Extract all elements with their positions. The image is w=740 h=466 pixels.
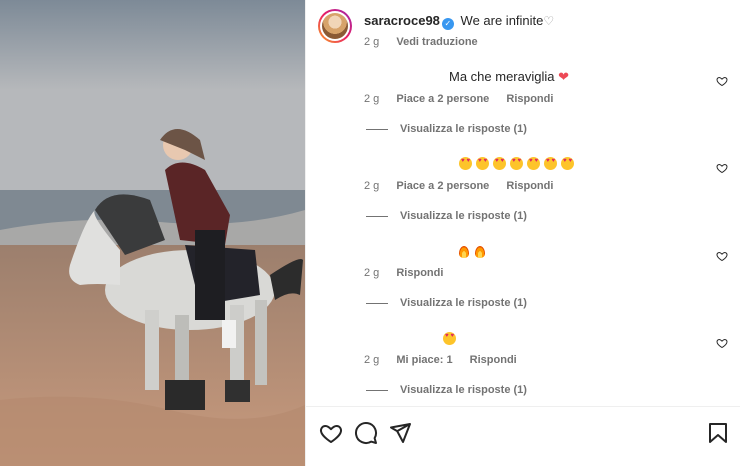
comment-meta: 2 g Piace a 2 persone Rispondi (364, 180, 567, 192)
comment-emojis (459, 244, 491, 259)
fire-emoji-icon (475, 246, 485, 258)
view-replies-button[interactable]: Visualizza le risposte (1) (366, 123, 527, 135)
comment-likes[interactable]: Piace a 2 persone (396, 180, 489, 192)
heart-eyes-emoji-icon (527, 157, 540, 170)
post-caption: saracroce98 ✓ We are infinite♡ 2 g Vedi t… (318, 9, 730, 59)
heart-outline-icon[interactable] (319, 421, 343, 445)
caption-meta: 2 g Vedi traduzione (364, 36, 478, 48)
comment-text: Ma che meraviglia ❤ (449, 69, 570, 84)
comment-meta: 2 g Piace a 2 persone Rispondi (364, 93, 567, 105)
replies-divider (366, 389, 388, 391)
comment-time: 2 g (364, 180, 380, 192)
comment-item: 2 g Piace a 2 persone Rispondi Visualizz… (318, 151, 730, 237)
heart-eyes-emoji-icon (561, 157, 574, 170)
view-replies-button[interactable]: Visualizza le risposte (1) (366, 210, 527, 222)
username[interactable]: saracroce98 (364, 13, 440, 28)
comment-item: 2 g Mi piace: 1 Rispondi Visualizza le r… (318, 325, 730, 411)
replies-divider (366, 302, 388, 304)
comment-likes[interactable]: Piace a 2 persone (396, 93, 489, 105)
post-media[interactable] (0, 0, 305, 466)
heart-eyes-emoji-icon (493, 157, 506, 170)
red-heart-emoji-icon: ❤ (558, 69, 570, 84)
comment-bubble-icon[interactable] (354, 421, 378, 445)
reply-button[interactable]: Rispondi (506, 180, 553, 192)
comment-like-heart-icon[interactable] (716, 75, 728, 87)
comments-panel: saracroce98 ✓ We are infinite♡ 2 g Vedi t… (305, 0, 740, 466)
heart-eyes-emoji-icon (443, 332, 456, 345)
comment-time: 2 g (364, 93, 380, 105)
translate-link[interactable]: Vedi traduzione (396, 36, 477, 48)
replies-divider (366, 215, 388, 217)
comment-likes[interactable]: Mi piace: 1 (396, 354, 452, 366)
bookmark-icon[interactable] (706, 421, 730, 445)
post-action-bar (306, 406, 740, 466)
view-replies-button[interactable]: Visualizza le risposte (1) (366, 384, 527, 396)
media-frame-image (0, 0, 305, 466)
comment-meta: 2 g Mi piace: 1 Rispondi (364, 354, 531, 366)
comment-item: Ma che meraviglia ❤ 2 g Piace a 2 person… (318, 64, 730, 150)
verified-badge-icon: ✓ (441, 18, 454, 30)
heart-eyes-emoji-icon (459, 157, 472, 170)
heart-eyes-emoji-icon (476, 157, 489, 170)
heart-eyes-emoji-icon (510, 157, 523, 170)
view-replies-button[interactable]: Visualizza le risposte (1) (366, 297, 527, 309)
replies-divider (366, 128, 388, 130)
paper-plane-icon[interactable] (388, 421, 412, 445)
white-heart-emoji-icon: ♡ (543, 14, 555, 28)
comment-meta: 2 g Rispondi (364, 267, 457, 279)
reply-button[interactable]: Rispondi (506, 93, 553, 105)
reply-button[interactable]: Rispondi (470, 354, 517, 366)
comment-time: 2 g (364, 267, 380, 279)
reply-button[interactable]: Rispondi (396, 267, 443, 279)
fire-emoji-icon (459, 246, 469, 258)
heart-eyes-emoji-icon (544, 157, 557, 170)
comment-item: 2 g Rispondi Visualizza le risposte (1) (318, 238, 730, 324)
comment-emojis (443, 331, 460, 346)
comment-like-heart-icon[interactable] (716, 250, 728, 262)
comment-emojis (459, 156, 578, 171)
comment-like-heart-icon[interactable] (716, 162, 728, 174)
caption-time: 2 g (364, 36, 380, 48)
caption-text: We are infinite (460, 13, 544, 28)
caption-line: saracroce98 ✓ We are infinite♡ (364, 13, 554, 30)
comment-like-heart-icon[interactable] (716, 337, 728, 349)
avatar[interactable] (318, 9, 352, 43)
comment-time: 2 g (364, 354, 380, 366)
